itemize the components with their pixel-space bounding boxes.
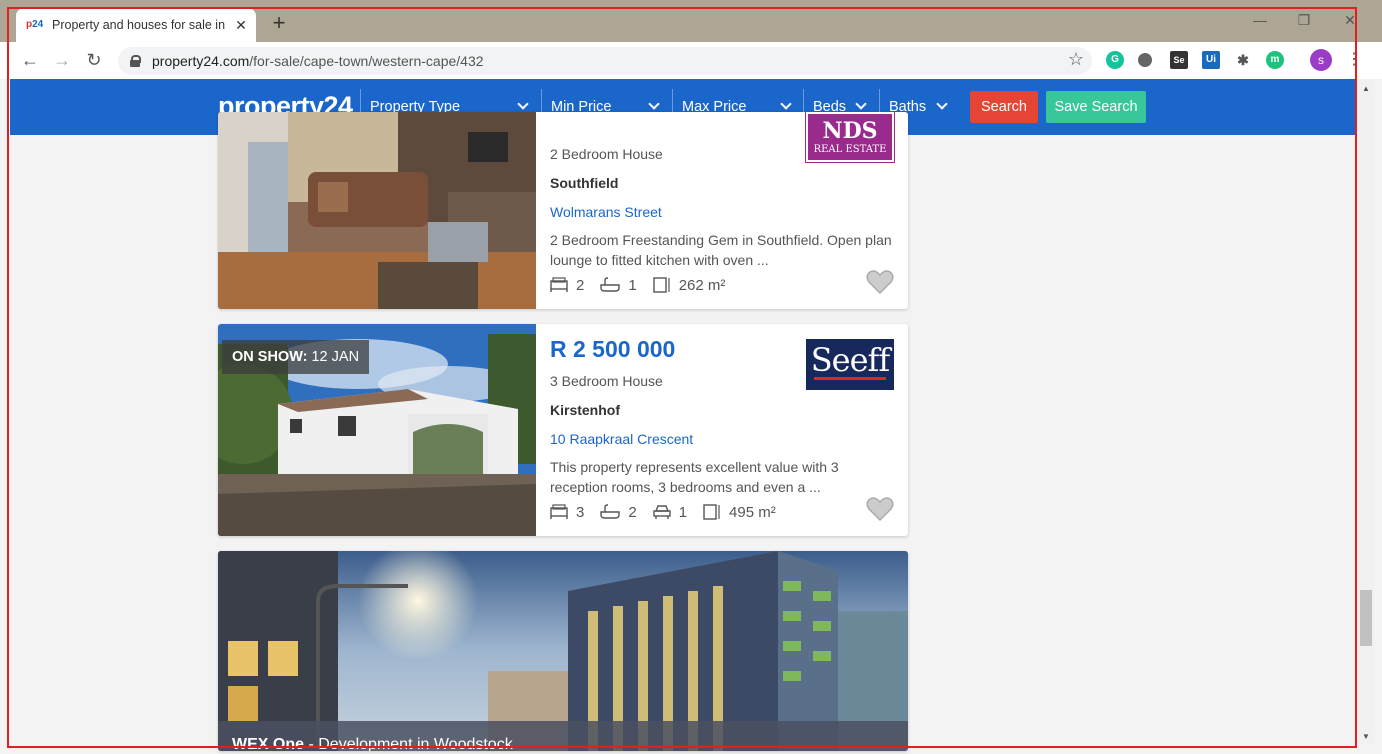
url-path: /for-sale/cape-town/western-cape/432 [249, 53, 484, 69]
floor-size-icon [652, 277, 670, 293]
property-type: 3 Bedroom House [550, 373, 663, 389]
listing-description: This property represents excellent value… [550, 459, 839, 495]
bathrooms: 1 [600, 277, 637, 294]
chevron-down-icon [936, 98, 948, 110]
uipath-extension-icon[interactable]: Ui [1202, 51, 1220, 69]
development-banner: WEX One - Development in Woodstock [232, 736, 513, 751]
suburb[interactable]: Kirstenhof [550, 402, 620, 418]
garages: 1 [652, 504, 687, 521]
chevron-down-icon [855, 98, 867, 110]
listing-description: 2 Bedroom Freestanding Gem in Southfield… [550, 232, 892, 268]
browser-tabstrip: p24 Property and houses for sale in C ✕ … [0, 0, 1382, 42]
bed-icon [550, 504, 568, 519]
car-icon [652, 505, 671, 519]
listing-card[interactable]: 2 Bedroom House Southfield Wolmarans Str… [218, 112, 908, 309]
address-bar: ← → ↻ property24.com/for-sale/cape-town/… [0, 42, 1382, 79]
scrollbar-thumb[interactable] [1360, 590, 1372, 646]
new-tab-icon[interactable]: + [268, 12, 290, 34]
lock-icon [130, 55, 141, 67]
extension-circle-icon[interactable] [1138, 53, 1152, 67]
listing-card[interactable]: ON SHOW: 12 JAN R 2 500 000 3 Bedroom Ho… [218, 324, 908, 536]
browser-tab[interactable]: p24 Property and houses for sale in C ✕ [16, 8, 256, 42]
listing-info: 2 Bedroom House Southfield Wolmarans Str… [550, 112, 908, 309]
bathrooms: 2 [600, 504, 637, 521]
listing-features: 2 1 262 m² [550, 276, 741, 294]
listing-photo[interactable] [218, 112, 536, 309]
tab-close-icon[interactable]: ✕ [234, 17, 248, 34]
suburb[interactable]: Southfield [550, 175, 618, 191]
back-arrow-icon[interactable]: ← [20, 50, 40, 70]
forward-arrow-icon[interactable]: → [52, 50, 72, 70]
menu-kebab-icon[interactable]: ⋮ [1344, 50, 1364, 70]
m-extension-icon[interactable]: m [1266, 51, 1284, 69]
listing-features: 3 2 1 495 m² [550, 503, 792, 521]
floor-size: 262 m² [652, 276, 725, 294]
bath-icon [600, 504, 621, 519]
profile-avatar[interactable]: s [1310, 49, 1332, 71]
listing-info: R 2 500 000 3 Bedroom House Kirstenhof 1… [550, 324, 908, 536]
street-link[interactable]: 10 Raapkraal Crescent [550, 431, 693, 447]
agency-logo-seeff[interactable]: Seeff [806, 339, 894, 390]
agency-logo-nds[interactable]: NDS REAL ESTATE [805, 112, 895, 163]
chevron-down-icon [648, 98, 660, 110]
favourite-heart-icon[interactable] [866, 496, 894, 522]
bedrooms: 3 [550, 504, 584, 521]
listing-photo[interactable]: ON SHOW: 12 JAN [218, 324, 536, 536]
property24-favicon-icon: p24 [26, 19, 44, 30]
tab-title: Property and houses for sale in C [52, 18, 228, 32]
bookmark-star-icon[interactable]: ☆ [1068, 49, 1084, 70]
restore-icon[interactable]: ❐ [1296, 12, 1312, 29]
listing-price[interactable]: R 2 500 000 [550, 336, 675, 363]
window-close-icon[interactable]: ✕ [1342, 12, 1358, 29]
chevron-down-icon [780, 98, 792, 110]
development-card[interactable]: WEX One - Development in Woodstock [218, 551, 908, 751]
bath-icon [600, 277, 621, 292]
floor-size-icon [703, 504, 720, 520]
scroll-down-arrow-icon[interactable]: ▼ [1360, 732, 1372, 741]
chevron-down-icon [517, 98, 529, 110]
grammarly-icon[interactable]: G [1106, 51, 1124, 69]
favourite-heart-icon[interactable] [866, 269, 894, 295]
property-type: 2 Bedroom House [550, 146, 663, 162]
minimize-icon[interactable]: — [1252, 12, 1268, 28]
on-show-badge: ON SHOW: 12 JAN [222, 340, 370, 374]
development-photo [218, 551, 908, 751]
scroll-up-arrow-icon[interactable]: ▲ [1360, 84, 1372, 93]
selenium-extension-icon[interactable]: Se [1170, 51, 1188, 69]
floor-size: 495 m² [703, 503, 776, 521]
reload-icon[interactable]: ↻ [84, 50, 104, 70]
bedrooms: 2 [550, 277, 584, 294]
search-button[interactable]: Search [970, 91, 1038, 123]
bed-icon [550, 277, 568, 292]
url-host: property24.com [152, 53, 250, 69]
street-link[interactable]: Wolmarans Street [550, 204, 662, 220]
url-input[interactable]: property24.com/for-sale/cape-town/wester… [118, 47, 1092, 75]
bug-extension-icon[interactable]: ✱ [1234, 51, 1252, 69]
save-search-button[interactable]: Save Search [1046, 91, 1146, 123]
